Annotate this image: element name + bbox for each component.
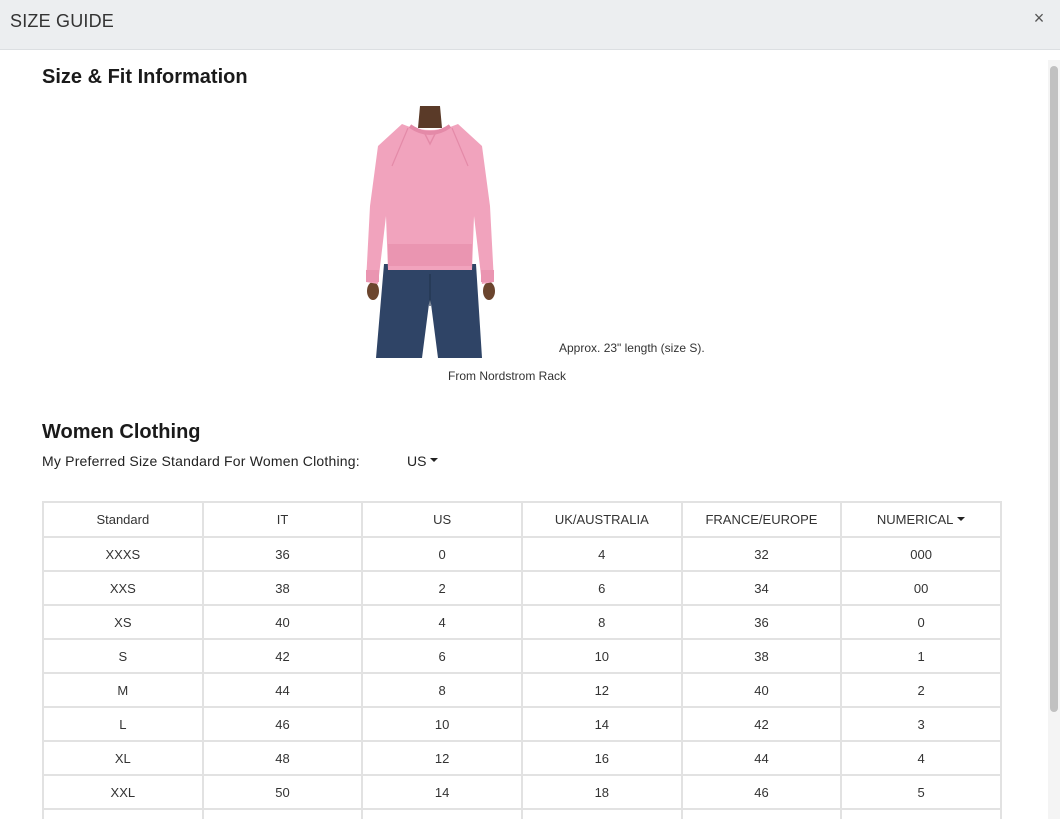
table-cell: 8	[520, 604, 683, 640]
table-row: XXS 38 2 6 34 00	[42, 570, 1002, 606]
table-cell: 36	[201, 536, 364, 572]
table-cell: 6	[840, 808, 1002, 819]
table-cell: 2	[840, 672, 1002, 708]
column-header: Standard	[42, 501, 204, 538]
table-cell: 6	[520, 570, 683, 606]
scrollbar-thumb[interactable]	[1050, 66, 1058, 712]
table-row: L 46 10 14 42 3	[42, 706, 1002, 742]
column-header: FRANCE/EUROPE	[680, 501, 843, 538]
table-cell: XS	[42, 604, 204, 640]
table-cell: 5	[840, 774, 1002, 810]
table-row: XL 48 12 16 44 4	[42, 740, 1002, 776]
table-cell: 14	[361, 774, 523, 810]
women-clothing-title: Women Clothing	[42, 421, 201, 443]
close-button[interactable]: ×	[1030, 8, 1048, 28]
table-cell: 48	[201, 740, 364, 776]
table-cell: 6	[361, 638, 523, 674]
table-cell: 38	[201, 570, 364, 606]
table-cell: 0	[840, 604, 1002, 640]
table-cell: 8	[361, 672, 523, 708]
table-cell: 00	[840, 570, 1002, 606]
table-cell: S	[42, 638, 204, 674]
table-cell: 0	[361, 536, 523, 572]
table-cell: 42	[680, 706, 843, 742]
table-cell: 10	[361, 706, 523, 742]
table-cell: 14	[520, 706, 683, 742]
table-cell: 4	[361, 604, 523, 640]
table-body: XXXS 36 0 4 32 000 XXS 38 2 6 34 00 XS 40 4 8 36 0 S 42 6 10 3…	[42, 536, 1002, 819]
caret-down-icon	[957, 516, 966, 521]
table-header-row: Standard IT US UK/AUSTRALIA FRANCE/EUROP…	[42, 501, 1002, 538]
modal-title: SIZE GUIDE	[10, 11, 115, 31]
table-row: XXXL521620486	[42, 808, 1002, 819]
preferred-size-label: My Preferred Size Standard For Women Clo…	[42, 453, 360, 469]
product-image	[362, 106, 498, 358]
numerical-label: NUMERICAL	[876, 512, 954, 527]
preferred-size-value: US	[407, 453, 427, 469]
table-cell: 44	[201, 672, 364, 708]
table-row: S 42 6 10 38 1	[42, 638, 1002, 674]
table-cell: 2	[361, 570, 523, 606]
table-cell: 4	[840, 740, 1002, 776]
table-cell: 10	[520, 638, 683, 674]
table-cell: 44	[680, 740, 843, 776]
table-cell: 50	[201, 774, 364, 810]
table-cell: 12	[520, 672, 683, 708]
modal-header: SIZE GUIDE ×	[0, 0, 1060, 50]
length-note: Approx. 23" length (size S).	[559, 341, 705, 355]
table-row: XXL 50 14 18 46 5	[42, 774, 1002, 810]
table-cell: L	[42, 706, 204, 742]
table-cell: 4	[520, 536, 683, 572]
table-cell: XL	[42, 740, 204, 776]
table-cell: 40	[201, 604, 364, 640]
table-cell: 16	[361, 808, 523, 819]
table-cell: 000	[840, 536, 1002, 572]
table-cell: 46	[201, 706, 364, 742]
table-cell: 42	[201, 638, 364, 674]
table-cell: 20	[520, 808, 683, 819]
table-cell: M	[42, 672, 204, 708]
table-cell: 16	[520, 740, 683, 776]
table-cell: 34	[680, 570, 843, 606]
numerical-dropdown[interactable]: NUMERICAL	[840, 501, 1002, 538]
column-header: US	[361, 501, 523, 538]
size-table: Standard IT US UK/AUSTRALIA FRANCE/EUROP…	[42, 501, 1002, 819]
table-cell: 46	[680, 774, 843, 810]
table-cell: 48	[680, 808, 843, 819]
table-cell: 12	[361, 740, 523, 776]
close-icon: ×	[1033, 8, 1045, 28]
table-row: XXXS 36 0 4 32 000	[42, 536, 1002, 572]
size-fit-title: Size & Fit Information	[42, 66, 248, 88]
column-header: IT	[201, 501, 364, 538]
table-cell: 52	[201, 808, 364, 819]
table-row: XS 40 4 8 36 0	[42, 604, 1002, 640]
table-cell: XXXL	[42, 808, 204, 819]
table-cell: 3	[840, 706, 1002, 742]
table-cell: 38	[680, 638, 843, 674]
table-cell: 40	[680, 672, 843, 708]
preferred-size-dropdown[interactable]: US	[407, 453, 439, 469]
source-note: From Nordstrom Rack	[448, 369, 567, 383]
caret-down-icon	[430, 458, 439, 463]
table-cell: XXL	[42, 774, 204, 810]
table-row: M 44 8 12 40 2	[42, 672, 1002, 708]
table-cell: 32	[680, 536, 843, 572]
table-cell: 1	[840, 638, 1002, 674]
table-cell: 18	[520, 774, 683, 810]
table-cell: XXXS	[42, 536, 204, 572]
column-header: UK/AUSTRALIA	[520, 501, 683, 538]
table-cell: 36	[680, 604, 843, 640]
table-cell: XXS	[42, 570, 204, 606]
